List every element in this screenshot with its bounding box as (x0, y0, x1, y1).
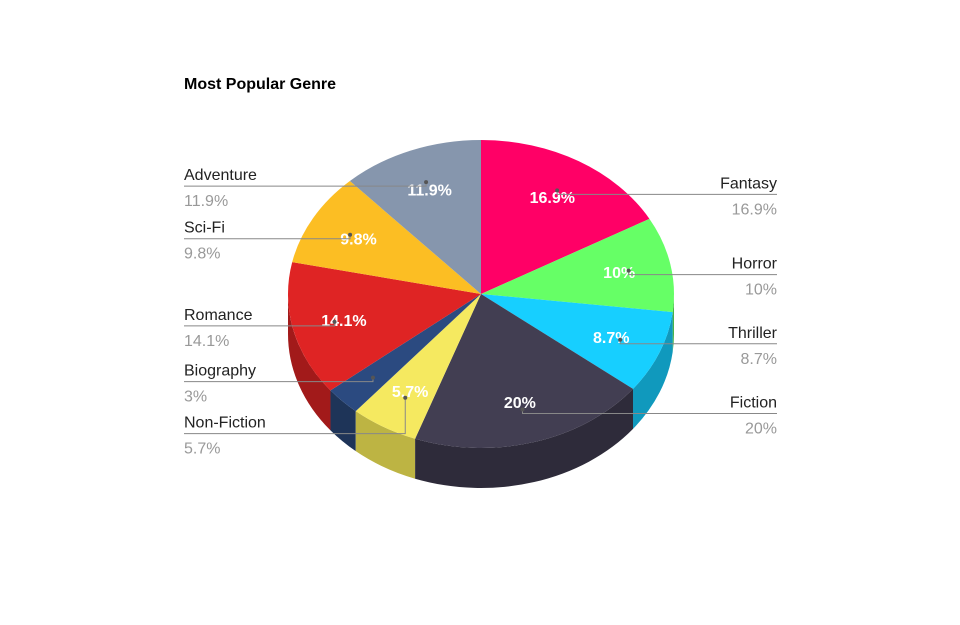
label-pct-fantasy: 16.9% (732, 201, 777, 218)
inner-label-adventure: 11.9% (407, 182, 451, 199)
label-pct-fiction: 20% (745, 420, 777, 437)
label-name-adventure: Adventure (184, 167, 257, 184)
leader-dot-adventure (424, 180, 429, 185)
leader-dot-horror (626, 268, 631, 273)
inner-label-thriller: 8.7% (593, 330, 629, 347)
label-name-sci-fi: Sci-Fi (184, 220, 225, 237)
leader-dot-fiction (520, 407, 525, 412)
label-name-thriller: Thriller (728, 325, 778, 342)
label-name-horror: Horror (732, 256, 778, 273)
inner-label-fantasy: 16.9% (530, 190, 575, 207)
label-name-romance: Romance (184, 307, 253, 324)
inner-label-non-fiction: 5.7% (392, 384, 428, 401)
leader-dot-romance (332, 319, 337, 324)
label-pct-non-fiction: 5.7% (184, 441, 220, 458)
leader-dot-fantasy (555, 188, 560, 193)
label-pct-biography: 3% (184, 389, 207, 406)
leader-dot-thriller (618, 337, 623, 342)
label-name-biography: Biography (184, 363, 256, 380)
label-name-fiction: Fiction (730, 394, 777, 411)
leader-dot-biography (370, 375, 375, 380)
label-name-fantasy: Fantasy (720, 175, 777, 192)
leader-dot-sci-fi (348, 232, 353, 237)
chart-title: Most Popular Genre (184, 76, 336, 93)
label-name-non-fiction: Non-Fiction (184, 415, 266, 432)
label-pct-adventure: 11.9% (184, 193, 228, 210)
inner-label-horror: 10% (603, 265, 635, 282)
pie-chart: Most Popular Genre 16.9% 10% 8.7% 20% 5.7% 14… (184, 76, 778, 488)
inner-label-fiction: 20% (504, 395, 536, 412)
label-pct-thriller: 8.7% (741, 351, 777, 368)
label-pct-sci-fi: 9.8% (184, 246, 220, 263)
inner-label-romance: 14.1% (321, 313, 366, 330)
label-pct-romance: 14.1% (184, 333, 229, 350)
inner-label-sci-fi: 9.8% (340, 232, 376, 249)
leader-dot-non-fiction (403, 395, 408, 400)
label-pct-horror: 10% (745, 282, 777, 299)
